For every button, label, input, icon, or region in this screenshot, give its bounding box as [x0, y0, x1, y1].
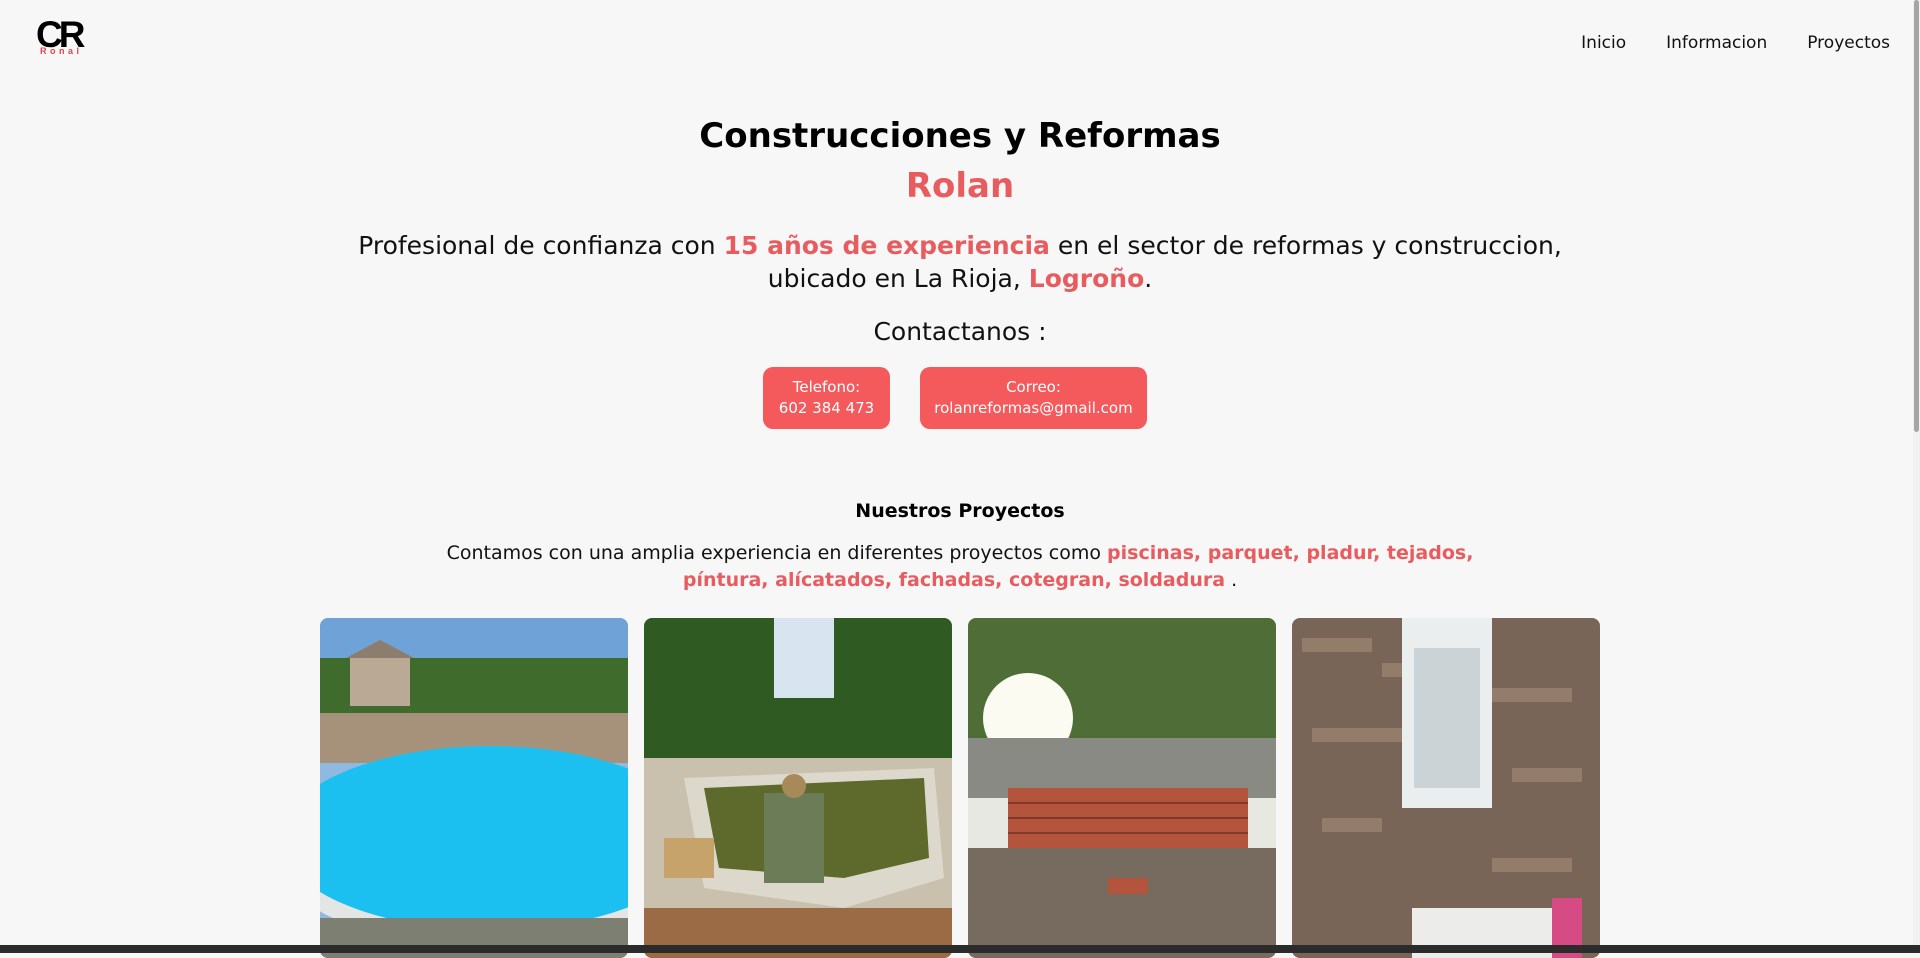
projects-description: Contamos con una amplia experiencia en d… — [0, 540, 1920, 594]
intro-accent-city: Logroño — [1028, 264, 1145, 293]
phone-value: 602 384 473 — [778, 399, 875, 417]
intro-text-part: . — [1144, 264, 1153, 293]
email-value: rolanreformas@gmail.com — [934, 399, 1133, 417]
projects-heading: Nuestros Proyectos — [855, 500, 1065, 522]
nav-link-inicio[interactable]: Inicio — [1581, 33, 1626, 53]
bottom-bar — [0, 945, 1920, 953]
projects-gallery — [320, 618, 1600, 958]
brick-construction-photo — [968, 618, 1276, 958]
projects-accent-list-2: píntura, alícatados, fachadas, cotegran,… — [682, 569, 1226, 591]
main-nav: Inicio Informacion Proyectos — [1541, 33, 1890, 53]
nav-link-proyectos[interactable]: Proyectos — [1807, 33, 1890, 53]
intro-text-part: en el sector de reformas y construccion, — [1049, 231, 1562, 260]
intro-text-part: ubicado en La Rioja, — [767, 264, 1029, 293]
phone-button[interactable]: Telefono: 602 384 473 — [763, 367, 890, 429]
intro-text-part: Profesional de confianza con — [358, 231, 724, 260]
gallery-image-pool[interactable] — [320, 618, 628, 958]
projects-text-end: . — [1225, 569, 1238, 591]
logo-subtext: Ronal — [40, 46, 83, 56]
contact-heading: Contactanos : — [873, 317, 1047, 346]
projects-text: Contamos con una amplia experiencia en d… — [446, 542, 1108, 564]
nav-link-informacion[interactable]: Informacion — [1666, 33, 1767, 53]
page-subtitle: Rolan — [905, 166, 1015, 206]
gallery-image-bricks[interactable] — [968, 618, 1276, 958]
pool-with-cover-photo — [320, 618, 628, 958]
intro-accent-experience: 15 años de experiencia — [723, 231, 1050, 260]
email-button[interactable]: Correo: rolanreformas@gmail.com — [920, 367, 1147, 429]
page-title: Construcciones y Reformas — [699, 116, 1221, 156]
intro-text: Profesional de confianza con 15 años de … — [0, 229, 1920, 295]
gallery-image-bathroom[interactable] — [1292, 618, 1600, 958]
pool-renovation-worker-photo — [644, 618, 952, 958]
gallery-image-pool-renovation[interactable] — [644, 618, 952, 958]
bathroom-shower-photo — [1292, 618, 1600, 958]
projects-accent-list-1: piscinas, parquet, pladur, tejados, — [1107, 542, 1474, 564]
phone-label: Telefono: — [792, 378, 861, 396]
site-logo[interactable]: CR Ronal — [36, 16, 92, 60]
scrollbar-thumb[interactable] — [1914, 0, 1919, 432]
email-label: Correo: — [1006, 378, 1061, 396]
